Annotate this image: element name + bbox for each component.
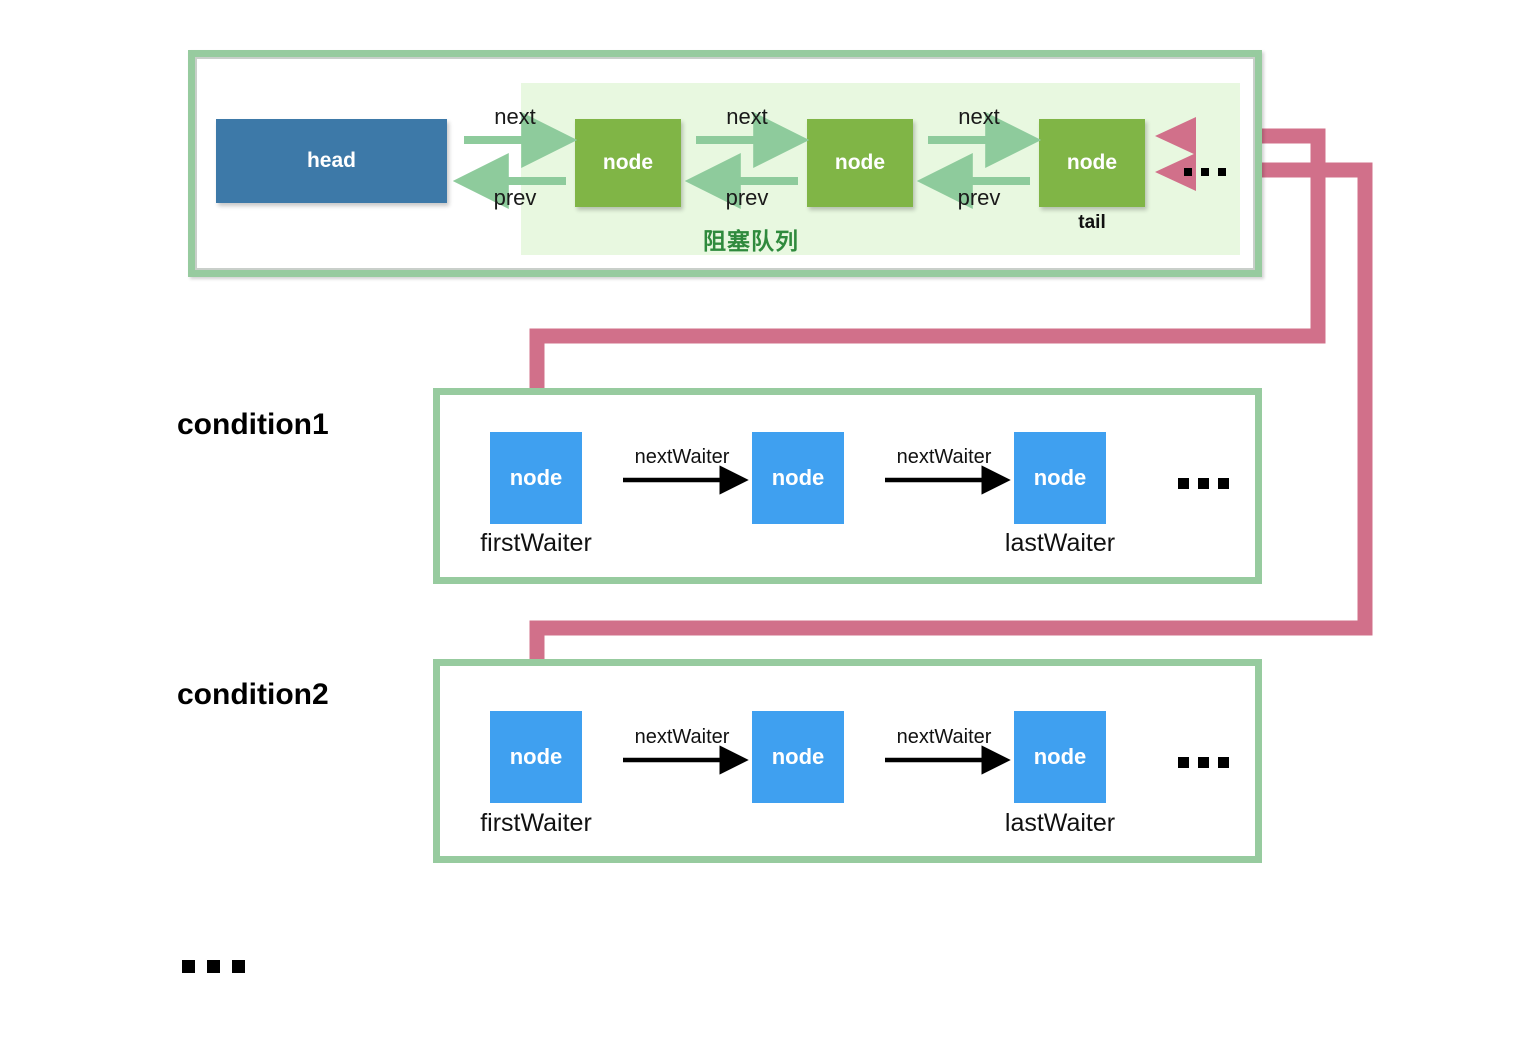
- condition1-node-last-label: node: [1033, 465, 1087, 490]
- sync-node-tail-label: node: [1066, 151, 1118, 174]
- condition1-node-first: node: [490, 432, 582, 524]
- condition2-nextwaiter-label-1: nextWaiter: [634, 726, 730, 748]
- condition1-node-middle: node: [752, 432, 844, 524]
- prev-label-3: prev: [957, 185, 1001, 210]
- condition1-node-last: node: [1014, 432, 1106, 524]
- more-conditions-ellipsis-icon: [182, 960, 245, 973]
- condition2-node-middle: node: [752, 711, 844, 803]
- head-box-label: head: [306, 149, 356, 172]
- condition1-nextwaiter-label-1: nextWaiter: [634, 446, 730, 468]
- condition1-lastwaiter-caption: lastWaiter: [1004, 529, 1116, 557]
- tail-ellipsis-icon: [1184, 168, 1226, 176]
- head-box: head: [216, 119, 447, 203]
- condition2-node-middle-label: node: [771, 744, 825, 769]
- sync-node-2-label: node: [834, 151, 886, 174]
- condition2-node-first: node: [490, 711, 582, 803]
- condition1-firstwaiter-caption: firstWaiter: [480, 529, 592, 557]
- condition2-lastwaiter-caption: lastWaiter: [1004, 809, 1116, 837]
- tail-caption: tail: [1078, 212, 1106, 233]
- condition1-node-middle-label: node: [771, 465, 825, 490]
- next-label-3: next: [958, 104, 1000, 129]
- sync-node-2: node: [807, 119, 913, 207]
- condition2-node-last-label: node: [1033, 744, 1087, 769]
- next-label-2: next: [726, 104, 768, 129]
- sync-node-1: node: [575, 119, 681, 207]
- condition1-nextwaiter-label-2: nextWaiter: [896, 446, 992, 468]
- condition1-title: condition1: [177, 408, 329, 441]
- condition2-nextwaiter-label-2: nextWaiter: [896, 726, 992, 748]
- condition2-ellipsis-icon: [1178, 757, 1229, 768]
- condition2-node-last: node: [1014, 711, 1106, 803]
- blocking-queue-label: 阻塞队列: [703, 228, 799, 254]
- sync-node-1-label: node: [602, 151, 654, 174]
- prev-label-2: prev: [725, 185, 769, 210]
- prev-label-1: prev: [493, 185, 537, 210]
- condition2-firstwaiter-caption: firstWaiter: [480, 809, 592, 837]
- next-label-1: next: [494, 104, 536, 129]
- condition1-node-first-label: node: [509, 465, 563, 490]
- condition2-title: condition2: [177, 678, 329, 711]
- sync-node-tail: node: [1039, 119, 1145, 207]
- condition1-ellipsis-icon: [1178, 478, 1229, 489]
- diagram-canvas: 阻塞队列 head node node node tail next prev …: [0, 0, 1534, 1052]
- condition2-node-first-label: node: [509, 744, 563, 769]
